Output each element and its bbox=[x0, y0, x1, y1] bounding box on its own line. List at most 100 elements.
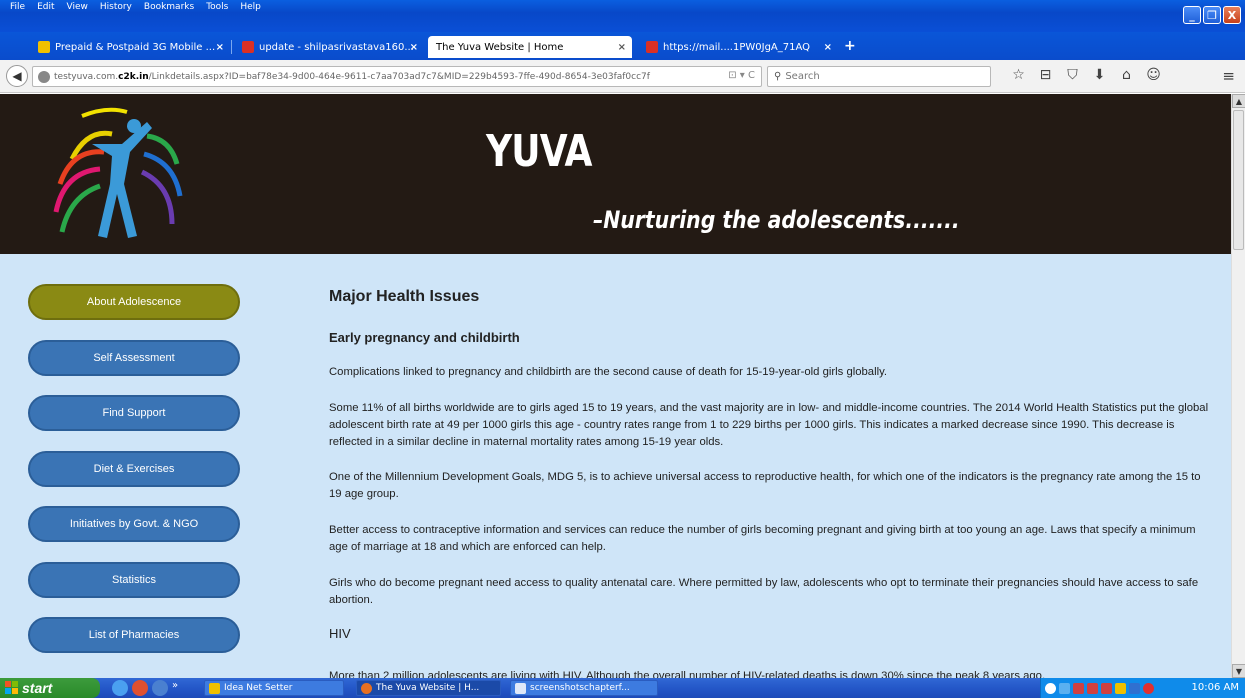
new-tab-button[interactable]: + bbox=[844, 38, 856, 54]
task-yuva-website[interactable]: The Yuva Website | H... bbox=[356, 680, 501, 696]
system-tray: 10:06 AM bbox=[1040, 678, 1245, 698]
shield-icon[interactable] bbox=[1115, 682, 1126, 694]
clock: 10:06 AM bbox=[1191, 682, 1239, 693]
section-heading-pregnancy: Early pregnancy and childbirth bbox=[329, 330, 520, 345]
tab-label: The Yuva Website | Home bbox=[436, 41, 564, 53]
windows-flag-icon bbox=[5, 681, 18, 694]
sidebar-item-initiatives[interactable]: Initiatives by Govt. & NGO bbox=[28, 506, 240, 542]
task-label: Idea Net Setter bbox=[224, 683, 293, 693]
search-input[interactable]: ⚲ Search bbox=[767, 66, 991, 87]
tray-app-icon[interactable] bbox=[1073, 682, 1084, 694]
url-text: testyuva.com.c2k.in/Linkdetails.aspx?ID=… bbox=[54, 72, 714, 82]
site-title: YUVA bbox=[486, 126, 592, 177]
task-screenshots-doc[interactable]: screenshotschapterf... bbox=[510, 680, 658, 696]
back-button[interactable]: ◀ bbox=[6, 65, 28, 87]
task-label: screenshotschapterf... bbox=[530, 683, 630, 693]
bookmark-star-icon[interactable]: ☆ bbox=[1005, 67, 1032, 83]
download-icon[interactable]: ⬇ bbox=[1086, 67, 1113, 83]
ie-icon[interactable] bbox=[112, 680, 128, 696]
navigation-bar: ◀ testyuva.com.c2k.in/Linkdetails.aspx?I… bbox=[0, 60, 1245, 93]
section-heading-hiv: HIV bbox=[329, 626, 351, 641]
tab-label: update - shilpasrivastava160... bbox=[259, 41, 414, 53]
url-bar[interactable]: testyuva.com.c2k.in/Linkdetails.aspx?ID=… bbox=[32, 66, 762, 87]
monitor-icon[interactable] bbox=[1129, 682, 1140, 694]
idea-icon bbox=[209, 682, 220, 694]
scroll-up-icon[interactable]: ▲ bbox=[1232, 94, 1245, 108]
tab-strip: Prepaid & Postpaid 3G Mobile ... × updat… bbox=[0, 32, 1245, 60]
menu-tools[interactable]: Tools bbox=[200, 2, 234, 12]
home-icon[interactable]: ⌂ bbox=[1113, 67, 1140, 83]
search-placeholder: Search bbox=[785, 71, 820, 82]
tray-arrow-icon[interactable] bbox=[1045, 682, 1056, 694]
paragraph: Some 11% of all births worldwide are to … bbox=[329, 402, 1209, 448]
task-idea-net-setter[interactable]: Idea Net Setter bbox=[204, 680, 344, 696]
menu-help[interactable]: Help bbox=[234, 2, 267, 12]
site-header-banner: YUVA –Nurturing the adolescents....... bbox=[0, 94, 1231, 254]
back-arrow-icon: ◀ bbox=[12, 69, 22, 83]
url-domain: c2k.in bbox=[118, 71, 149, 82]
chat-icon[interactable]: ☺ bbox=[1140, 67, 1167, 83]
gmail-icon bbox=[646, 41, 658, 53]
menu-history[interactable]: History bbox=[94, 2, 138, 12]
scroll-down-icon[interactable]: ▼ bbox=[1232, 664, 1245, 678]
app-icon[interactable] bbox=[152, 680, 168, 696]
tab-yuva-home[interactable]: The Yuva Website | Home × bbox=[428, 36, 632, 58]
tray-app-icon[interactable] bbox=[1101, 682, 1112, 694]
search-icon: ⚲ bbox=[774, 71, 782, 82]
tab-separator bbox=[231, 40, 232, 54]
yuva-logo-icon bbox=[53, 107, 183, 238]
gmail-icon bbox=[242, 41, 254, 53]
menu-bookmarks[interactable]: Bookmarks bbox=[138, 2, 200, 12]
window-controls: _ ❐ X bbox=[1183, 6, 1241, 24]
word-document-icon bbox=[515, 682, 526, 694]
firefox-icon bbox=[361, 682, 372, 694]
tab-close-icon[interactable]: × bbox=[410, 42, 418, 53]
network-icon[interactable] bbox=[1059, 682, 1070, 694]
menu-file[interactable]: File bbox=[4, 2, 31, 12]
menu-edit[interactable]: Edit bbox=[31, 2, 60, 12]
globe-icon bbox=[38, 70, 50, 83]
tab-close-icon[interactable]: × bbox=[618, 42, 626, 53]
hamburger-menu-icon[interactable]: ≡ bbox=[1222, 67, 1235, 85]
page-scrollbar[interactable]: ▲ ▼ bbox=[1231, 94, 1245, 678]
reload-icon[interactable]: ⊡ ▾ C bbox=[728, 70, 755, 81]
tab-close-icon[interactable]: × bbox=[824, 42, 832, 53]
scroll-thumb[interactable] bbox=[1233, 110, 1244, 250]
paragraph: Girls who do become pregnant need access… bbox=[329, 577, 1199, 606]
sidebar-item-about-adolescence[interactable]: About Adolescence bbox=[28, 284, 240, 320]
tab-label: Prepaid & Postpaid 3G Mobile ... bbox=[55, 41, 216, 53]
sidebar-item-diet-exercises[interactable]: Diet & Exercises bbox=[28, 451, 240, 487]
site-tagline: –Nurturing the adolescents....... bbox=[593, 206, 960, 234]
pocket-icon[interactable]: ⛉ bbox=[1059, 67, 1086, 83]
reading-list-icon[interactable]: ⊟ bbox=[1032, 67, 1059, 83]
tab-close-icon[interactable]: × bbox=[216, 42, 224, 53]
url-path: /Linkdetails.aspx?ID=baf78e34-9d00-464e-… bbox=[148, 71, 650, 82]
page-title: Major Health Issues bbox=[329, 288, 480, 305]
start-button[interactable]: start bbox=[0, 678, 100, 698]
tab-label: https://mail....1PW0JgA_71AQ bbox=[663, 41, 811, 53]
task-label: The Yuva Website | H... bbox=[376, 683, 480, 693]
minimize-button[interactable]: _ bbox=[1183, 6, 1201, 24]
sidebar-item-self-assessment[interactable]: Self Assessment bbox=[28, 340, 240, 376]
sidebar-item-pharmacies[interactable]: List of Pharmacies bbox=[28, 617, 240, 653]
sidebar-item-find-support[interactable]: Find Support bbox=[28, 395, 240, 431]
restore-button[interactable]: ❐ bbox=[1203, 6, 1221, 24]
toolbar-icons: ☆ ⊟ ⛉ ⬇ ⌂ ☺ bbox=[1005, 67, 1167, 83]
sidebar-item-statistics[interactable]: Statistics bbox=[28, 562, 240, 598]
url-prefix: testyuva.com. bbox=[54, 71, 119, 82]
menu-view[interactable]: View bbox=[61, 2, 94, 12]
antivirus-icon[interactable] bbox=[1143, 682, 1154, 694]
windows-taskbar: start » Idea Net Setter The Yuva Website… bbox=[0, 678, 1245, 698]
paragraph: Complications linked to pregnancy and ch… bbox=[329, 366, 888, 378]
close-window-button[interactable]: X bbox=[1223, 6, 1241, 24]
tab-prepaid[interactable]: Prepaid & Postpaid 3G Mobile ... × bbox=[30, 36, 230, 58]
warning-icon bbox=[38, 41, 50, 53]
quick-launch-chevron[interactable]: » bbox=[172, 680, 182, 696]
page-viewport: YUVA –Nurturing the adolescents....... A… bbox=[0, 94, 1231, 678]
tray-app-icon[interactable] bbox=[1087, 682, 1098, 694]
start-label: start bbox=[22, 680, 53, 696]
tab-gmail-update[interactable]: update - shilpasrivastava160... × bbox=[234, 36, 424, 58]
paragraph: Better access to contraceptive informati… bbox=[329, 524, 1196, 553]
chrome-icon[interactable] bbox=[132, 680, 148, 696]
tab-mail[interactable]: https://mail....1PW0JgA_71AQ × bbox=[638, 36, 838, 58]
